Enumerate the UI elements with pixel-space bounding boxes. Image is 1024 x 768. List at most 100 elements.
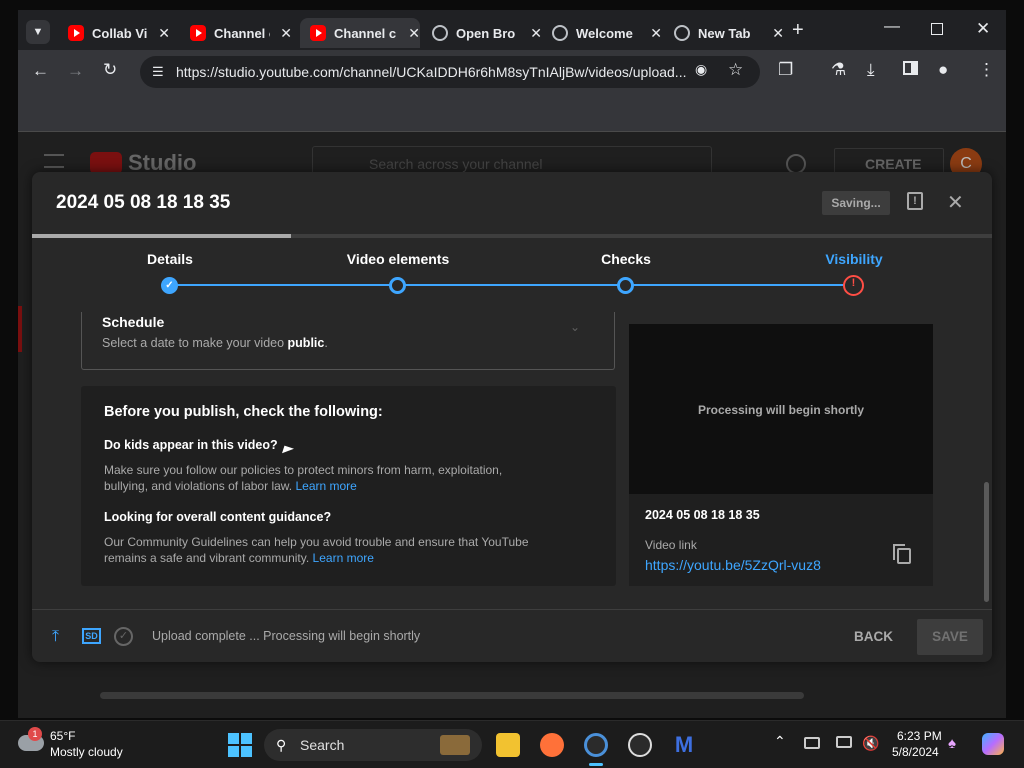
tab-search-button[interactable]: ▼ <box>26 20 50 44</box>
file-explorer-icon[interactable] <box>496 733 520 757</box>
reload-icon[interactable]: ↻ <box>103 60 117 80</box>
url-text: https://studio.youtube.com/channel/UCKaI… <box>176 64 687 80</box>
browser-toolbar: ← → ↻ ☰ https://studio.youtube.com/chann… <box>18 50 1006 94</box>
tab-channel-active[interactable]: Channel c ✕ <box>300 18 420 48</box>
step-label-visibility[interactable]: Visibility <box>825 251 882 267</box>
weather-temp[interactable]: 65°F <box>50 729 75 743</box>
labs-icon[interactable]: ⚗ <box>831 60 846 80</box>
new-tab-button[interactable]: + <box>792 19 804 42</box>
download-icon[interactable]: ⤓ <box>867 60 875 80</box>
checks-status-icon[interactable]: ✓ <box>114 627 133 646</box>
guidance-question-text: Our Community Guidelines can help you av… <box>104 535 529 565</box>
obs-icon <box>432 25 448 41</box>
stepper-line <box>170 284 854 286</box>
back-icon[interactable]: ← <box>32 61 49 81</box>
tab-title: Welcome <box>576 25 633 41</box>
schedule-description: Select a date to make your video public. <box>102 336 328 350</box>
weather-desc[interactable]: Mostly cloudy <box>50 745 123 759</box>
close-tab-icon[interactable]: ✕ <box>158 25 170 42</box>
studio-search-placeholder: Search across your channel <box>369 156 543 172</box>
processing-message: Processing will begin shortly <box>697 403 865 417</box>
clock-time[interactable]: 6:23 PM <box>897 729 942 743</box>
obs-icon[interactable] <box>628 733 652 757</box>
step-label-checks[interactable]: Checks <box>601 251 651 267</box>
step-visibility-error-icon[interactable]: ! <box>843 275 864 296</box>
active-app-indicator <box>589 763 603 766</box>
upload-progress-bar <box>32 234 992 238</box>
video-link-label: Video link <box>645 538 697 552</box>
bookmarks-bar <box>18 94 1006 132</box>
tab-collab[interactable]: Collab Vi ✕ <box>58 18 170 48</box>
weather-badge: 1 <box>28 727 42 741</box>
maximize-button[interactable] <box>931 23 943 35</box>
network-icon[interactable] <box>804 737 820 749</box>
step-checks-node[interactable] <box>617 277 634 294</box>
malwarebytes-icon[interactable]: M <box>672 733 696 757</box>
firefox-icon[interactable] <box>540 733 564 757</box>
tab-title: Open Bro <box>456 25 516 41</box>
video-title: 2024 05 08 18 18 35 <box>645 508 760 522</box>
schedule-title: Schedule <box>102 314 165 330</box>
youtube-icon <box>310 25 326 41</box>
tab-new-tab[interactable]: New Tab ✕ <box>664 18 784 48</box>
chevron-up-icon[interactable]: ⌃ <box>774 733 786 750</box>
bookmark-star-icon[interactable]: ☆ <box>728 60 743 80</box>
eye-off-icon[interactable]: ◉ <box>695 61 707 78</box>
volume-muted-icon[interactable]: 🔇 <box>862 735 879 752</box>
dialog-scrollbar[interactable] <box>984 482 989 602</box>
side-panel-icon[interactable] <box>903 61 918 75</box>
close-dialog-icon[interactable]: ✕ <box>947 190 964 215</box>
step-details-check-icon[interactable]: ✓ <box>161 277 178 294</box>
video-thumbnail[interactable]: Processing will begin shortly <box>629 324 933 494</box>
forward-icon[interactable]: → <box>67 61 84 81</box>
step-video-elements-node[interactable] <box>389 277 406 294</box>
feedback-icon[interactable]: ! <box>907 192 923 210</box>
display-icon[interactable] <box>836 736 852 748</box>
copilot-icon[interactable] <box>982 733 1004 755</box>
upload-icon[interactable]: ⤒ <box>52 628 59 646</box>
sd-quality-badge[interactable]: SD <box>82 628 101 644</box>
profile-icon[interactable]: ● <box>938 60 948 80</box>
tab-title: Channel c <box>214 25 271 41</box>
chrome-icon[interactable] <box>584 733 608 757</box>
back-button[interactable]: BACK <box>854 629 893 644</box>
save-button[interactable]: SAVE <box>917 619 983 655</box>
close-tab-icon[interactable]: ✕ <box>280 25 292 42</box>
search-icon: ⚲ <box>276 737 287 753</box>
tab-open-broadcaster[interactable]: Open Bro ✕ <box>422 18 542 48</box>
search-highlight-icon <box>440 735 470 755</box>
close-tab-icon[interactable]: ✕ <box>772 25 784 42</box>
windows-start-icon[interactable] <box>228 733 252 757</box>
youtube-icon <box>190 25 206 41</box>
menu-icon[interactable]: ⋮ <box>978 60 995 80</box>
sidebar-active-marker <box>18 306 22 352</box>
close-tab-icon[interactable]: ✕ <box>408 25 420 42</box>
youtube-studio-logo[interactable] <box>90 152 122 174</box>
address-bar[interactable]: ☰ https://studio.youtube.com/channel/UCK… <box>140 56 760 88</box>
close-window-button[interactable]: ✕ <box>976 19 990 39</box>
tab-title: Channel c <box>334 25 397 41</box>
notification-bell-icon[interactable]: ♠ <box>948 735 956 752</box>
learn-more-link[interactable]: Learn more <box>313 551 374 565</box>
close-tab-icon[interactable]: ✕ <box>530 25 542 42</box>
close-tab-icon[interactable]: ✕ <box>650 25 662 42</box>
site-settings-icon[interactable]: ☰ <box>152 56 164 88</box>
schedule-option[interactable]: Schedule Select a date to make your vide… <box>81 312 615 370</box>
chevron-down-icon[interactable]: ⌄ <box>570 320 580 334</box>
tab-channel-1[interactable]: Channel c ✕ <box>180 18 292 48</box>
hamburger-icon[interactable] <box>44 154 64 168</box>
help-icon[interactable] <box>786 154 806 174</box>
tab-welcome[interactable]: Welcome ✕ <box>542 18 662 48</box>
taskbar-search[interactable]: ⚲ Search <box>264 729 482 761</box>
video-link[interactable]: https://youtu.be/5ZzQrl-vuz8 <box>645 557 821 573</box>
copy-icon[interactable] <box>893 544 911 564</box>
clock-date[interactable]: 5/8/2024 <box>892 745 939 759</box>
extensions-icon[interactable]: ❐ <box>778 60 793 80</box>
step-label-video-elements[interactable]: Video elements <box>347 251 449 267</box>
create-label: CREATE <box>865 156 922 172</box>
minimize-button[interactable]: — <box>884 18 900 36</box>
tab-strip: ▼ Collab Vi ✕ Channel c ✕ Channel c ✕ Op… <box>18 10 1006 50</box>
learn-more-link[interactable]: Learn more <box>295 479 356 493</box>
page-horizontal-scrollbar[interactable] <box>100 692 804 699</box>
step-label-details[interactable]: Details <box>147 251 193 267</box>
